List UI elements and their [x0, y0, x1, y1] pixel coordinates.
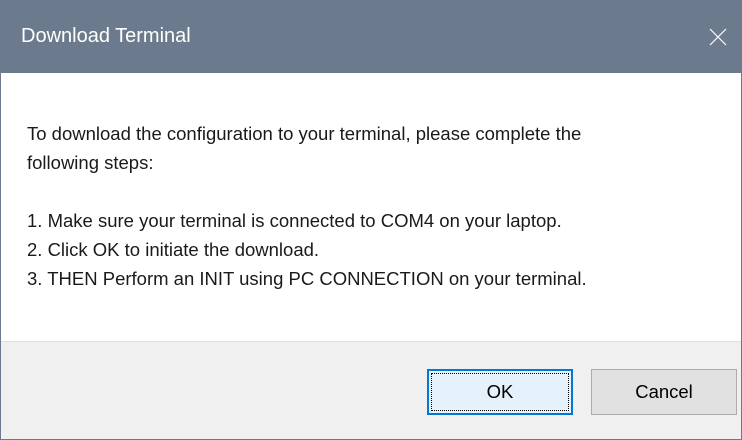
title-bar[interactable]: Download Terminal: [1, 1, 741, 73]
cancel-button[interactable]: Cancel: [591, 369, 737, 415]
step-2: 2. Click OK to initiate the download.: [27, 239, 320, 260]
button-bar: OK Cancel: [1, 341, 741, 439]
step-1: 1. Make sure your terminal is connected …: [27, 210, 562, 231]
step-3: 3. THEN Perform an INIT using PC CONNECT…: [27, 268, 587, 289]
message-text: To download the configuration to your te…: [27, 119, 717, 293]
download-terminal-dialog: Download Terminal To download the config…: [0, 0, 742, 440]
intro-line-1: To download the configuration to your te…: [27, 123, 582, 144]
close-icon: [709, 28, 727, 46]
cancel-button-label: Cancel: [635, 381, 693, 402]
intro-line-2: following steps:: [27, 152, 154, 173]
dialog-content: To download the configuration to your te…: [1, 73, 741, 341]
ok-button[interactable]: OK: [427, 369, 573, 415]
window-title: Download Terminal: [21, 25, 191, 47]
ok-button-label: OK: [486, 381, 514, 402]
close-button[interactable]: [695, 1, 741, 73]
